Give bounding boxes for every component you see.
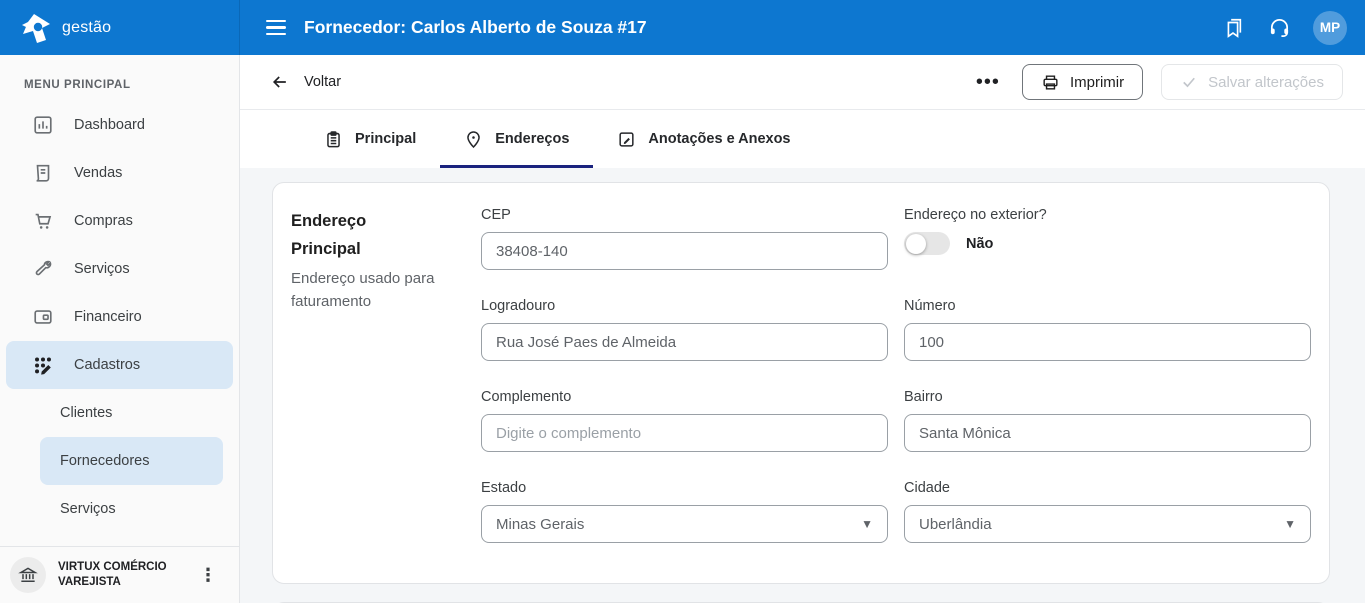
bairro-label: Bairro: [904, 389, 1311, 405]
save-button[interactable]: Salvar alterações: [1161, 64, 1343, 100]
more-options-icon[interactable]: •••: [972, 72, 1004, 92]
app-window: gestão Fornecedor: Carlos Alberto de Sou…: [0, 0, 1365, 603]
complemento-field: Complemento: [481, 389, 888, 452]
clipboard-icon: [324, 130, 343, 149]
estado-select[interactable]: Minas Gerais ▼: [481, 505, 888, 543]
cep-input[interactable]: [481, 232, 888, 270]
back-button[interactable]: Voltar: [270, 72, 341, 92]
bairro-input[interactable]: [904, 414, 1311, 452]
kebab-menu-icon[interactable]: ⋮: [191, 561, 225, 590]
cart-icon: [32, 210, 54, 232]
app-registration-icon: [32, 354, 54, 376]
sidebar-item-financeiro[interactable]: Financeiro: [6, 293, 233, 341]
brand-logo-icon: [20, 10, 54, 46]
organization-avatar: [10, 557, 46, 593]
cidade-field: Cidade Uberlândia ▼: [904, 480, 1311, 543]
main-area: Voltar ••• Imprimir: [240, 55, 1365, 603]
numero-field: Número: [904, 298, 1311, 361]
tab-enderecos[interactable]: Endereços: [440, 110, 593, 168]
sidebar-item-servicos[interactable]: Serviços: [6, 245, 233, 293]
cep-field: CEP: [481, 207, 888, 270]
sidebar-subitem-clientes[interactable]: Clientes: [40, 389, 223, 437]
wallet-icon: [32, 306, 54, 328]
tab-anotacoes-anexos[interactable]: Anotações e Anexos: [593, 110, 814, 168]
content-scroll-area: Endereço Principal Endereço usado para f…: [240, 168, 1365, 603]
tabs-bar: Principal Endereços Anot: [240, 110, 1365, 168]
user-avatar[interactable]: MP: [1313, 11, 1347, 45]
hamburger-menu-icon[interactable]: [266, 20, 286, 36]
exterior-label: Endereço no exterior?: [904, 207, 1311, 223]
exterior-field: Endereço no exterior? Não: [904, 207, 1311, 270]
chevron-down-icon: ▼: [861, 517, 873, 531]
dashboard-icon: [32, 114, 54, 136]
page-title: Fornecedor: Carlos Alberto de Souza #17: [304, 17, 1221, 38]
cidade-label: Cidade: [904, 480, 1311, 496]
sidebar-subitem-fornecedores[interactable]: Fornecedores: [40, 437, 223, 485]
address-form: CEP Endereço no exterior? Não Logradouro: [481, 207, 1311, 543]
receipt-icon: [32, 162, 54, 184]
numero-input[interactable]: [904, 323, 1311, 361]
wrench-icon: [32, 258, 54, 280]
address-section-header: Endereço Principal Endereço usado para f…: [291, 207, 463, 543]
exterior-toggle[interactable]: [904, 232, 950, 255]
toolbar-actions: ••• Imprimir: [972, 64, 1343, 100]
bairro-field: Bairro: [904, 389, 1311, 452]
logo-area: gestão: [0, 0, 240, 55]
address-section-title: Endereço Principal: [291, 207, 463, 263]
estado-field: Estado Minas Gerais ▼: [481, 480, 888, 543]
sidebar-subitem-servicos[interactable]: Serviços: [40, 485, 223, 533]
tab-principal[interactable]: Principal: [300, 110, 440, 168]
printer-icon: [1041, 73, 1060, 92]
numero-label: Número: [904, 298, 1311, 314]
estado-label: Estado: [481, 480, 888, 496]
complemento-label: Complemento: [481, 389, 888, 405]
organization-name: VIRTUX COMÉRCIO VAREJISTA: [58, 560, 179, 590]
topbar-actions: MP: [1221, 11, 1347, 45]
exterior-toggle-value: Não: [966, 236, 993, 252]
chevron-down-icon: ▼: [1284, 517, 1296, 531]
address-section-subtitle: Endereço usado para faturamento: [291, 267, 463, 313]
organization-footer[interactable]: VIRTUX COMÉRCIO VAREJISTA ⋮: [0, 546, 239, 603]
brand-logo-text: gestão: [62, 19, 111, 37]
sidebar-item-dashboard[interactable]: Dashboard: [6, 101, 233, 149]
sidebar-section-label: MENU PRINCIPAL: [0, 55, 239, 101]
sidebar-item-vendas[interactable]: Vendas: [6, 149, 233, 197]
note-edit-icon: [617, 130, 636, 149]
check-icon: [1180, 73, 1198, 91]
bank-building-icon: [18, 565, 38, 585]
sidebar-item-cadastros[interactable]: Cadastros: [6, 341, 233, 389]
record-toolbar: Voltar ••• Imprimir: [240, 55, 1365, 110]
sidebar: MENU PRINCIPAL Dashboard: [0, 55, 240, 603]
address-card: Endereço Principal Endereço usado para f…: [272, 182, 1330, 584]
support-headset-icon[interactable]: [1267, 16, 1291, 40]
top-app-bar: Fornecedor: Carlos Alberto de Souza #17 …: [240, 0, 1365, 55]
logradouro-label: Logradouro: [481, 298, 888, 314]
cidade-select[interactable]: Uberlândia ▼: [904, 505, 1311, 543]
back-arrow-icon: [270, 72, 290, 92]
cep-label: CEP: [481, 207, 888, 223]
sidebar-item-compras[interactable]: Compras: [6, 197, 233, 245]
sidebar-nav: Dashboard Vendas: [0, 101, 239, 546]
bookmarks-icon[interactable]: [1221, 16, 1245, 40]
print-button[interactable]: Imprimir: [1022, 64, 1143, 100]
location-pin-icon: [464, 130, 483, 149]
complemento-input[interactable]: [481, 414, 888, 452]
logradouro-field: Logradouro: [481, 298, 888, 361]
logradouro-input[interactable]: [481, 323, 888, 361]
